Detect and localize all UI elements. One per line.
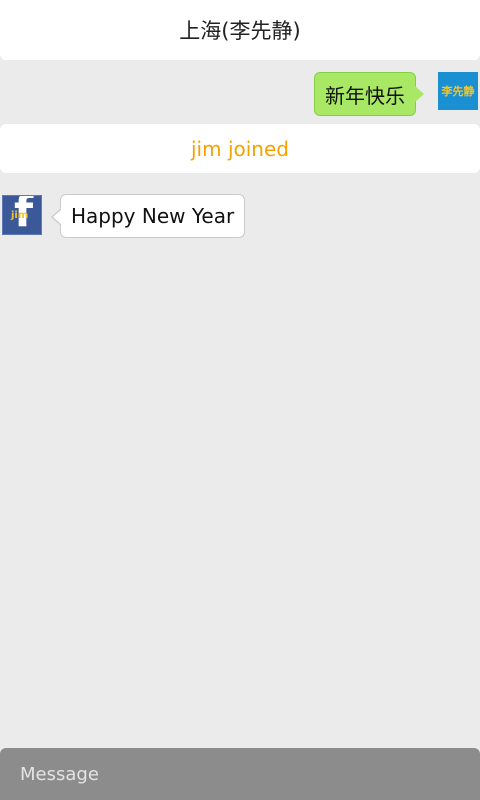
outgoing-message-bubble[interactable]: 新年快乐 (314, 72, 424, 116)
contact-avatar-label: jim (11, 210, 29, 221)
outgoing-message-text: 新年快乐 (325, 83, 405, 108)
chat-title: 上海(李先静) (179, 19, 301, 43)
system-notice: jim joined (0, 124, 480, 173)
incoming-message-bubble[interactable]: Happy New Year (50, 194, 246, 238)
chat-screen: 上海(李先静) 新年快乐 李先静 jim joined f jim Happy … (0, 0, 480, 800)
chat-header: 上海(李先静) (0, 0, 480, 60)
message-input[interactable] (0, 748, 480, 800)
system-notice-text: jim joined (191, 136, 289, 161)
composer-bar (0, 748, 480, 800)
sender-avatar-label: 李先静 (441, 85, 475, 98)
contact-avatar[interactable]: f jim (2, 195, 42, 235)
incoming-message-text: Happy New Year (71, 204, 235, 228)
sender-avatar[interactable]: 李先静 (438, 72, 478, 110)
